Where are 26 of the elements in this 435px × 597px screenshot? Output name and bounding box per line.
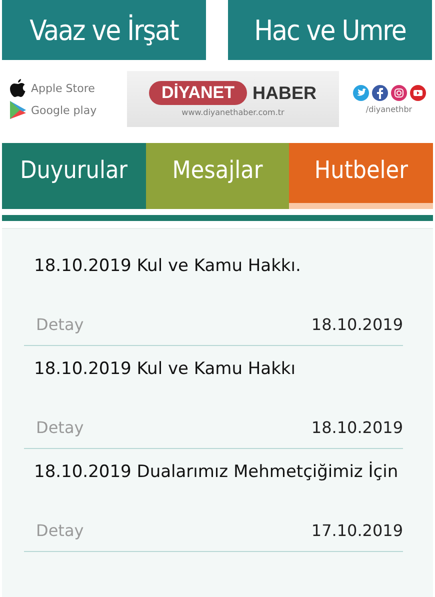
logo-badge: DİYANET [149,81,247,105]
camera-icon[interactable] [390,84,406,100]
menu-button[interactable]: Hac ve Umre [228,0,432,60]
tab[interactable]: Duyurular [2,143,146,209]
detail-link[interactable]: Detay [36,315,84,334]
bird-icon[interactable] [352,84,368,100]
logo-text: HABER [252,82,317,104]
social-handle: /diyanethbr [366,104,412,114]
menu-button[interactable]: Vaaz ve İrşat [2,0,206,60]
play-icon [10,101,26,119]
website-url: www.diyanethaber.com.tr [182,108,284,117]
news-date: 18.10.2019 [311,315,403,334]
store-label[interactable]: Apple Store [31,82,95,94]
news-title[interactable]: 18.10.2019 Kul ve Kamu Hakkı. [24,243,403,301]
facebook-icon[interactable] [372,84,388,100]
news-title[interactable]: 18.10.2019 Kul ve Kamu Hakkı [24,346,403,404]
news-title[interactable]: 18.10.2019 Dualarımız Mehmetçiğimiz İçin [24,449,403,507]
detail-link[interactable]: Detay [36,521,84,540]
store-label[interactable]: Google play [31,104,97,116]
play-button-icon[interactable] [410,84,426,100]
apple-icon [10,79,26,97]
detail-link[interactable]: Detay [36,418,84,437]
news-date: 18.10.2019 [311,418,403,437]
news-date: 17.10.2019 [311,521,403,540]
tab[interactable]: Mesajlar [146,143,290,209]
tab[interactable]: Hutbeler [289,143,434,209]
